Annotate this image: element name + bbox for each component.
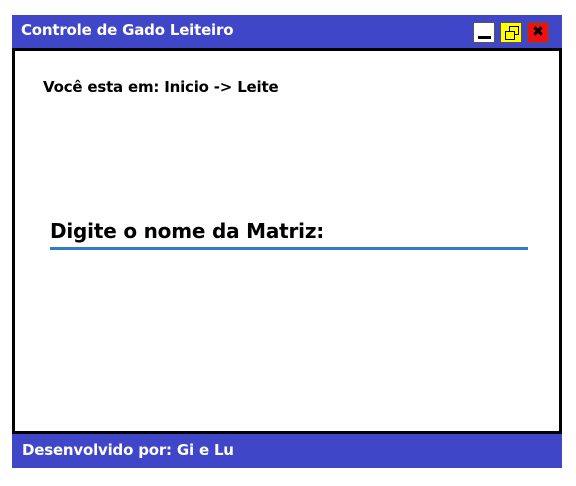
minimize-button[interactable] (473, 22, 495, 43)
breadcrumb: Você esta em: Inicio -> Leite (43, 78, 279, 96)
window-title: Controle de Gado Leiteiro (21, 21, 234, 39)
title-bar[interactable]: Controle de Gado Leiteiro ✖ (12, 15, 562, 48)
footer-credits: Desenvolvido por: Gi e Lu (22, 441, 234, 459)
minimize-icon (478, 36, 491, 39)
app-window: Controle de Gado Leiteiro ✖ Você esta em… (12, 15, 562, 468)
maximize-button[interactable] (500, 22, 522, 43)
footer-bar: Desenvolvido por: Gi e Lu (12, 434, 562, 468)
matriz-name-input[interactable] (50, 218, 528, 250)
close-icon: ✖ (532, 24, 544, 40)
main-content: Você esta em: Inicio -> Leite Digite o n… (12, 48, 562, 434)
close-button[interactable]: ✖ (527, 22, 549, 43)
restore-icon-front (505, 31, 515, 40)
